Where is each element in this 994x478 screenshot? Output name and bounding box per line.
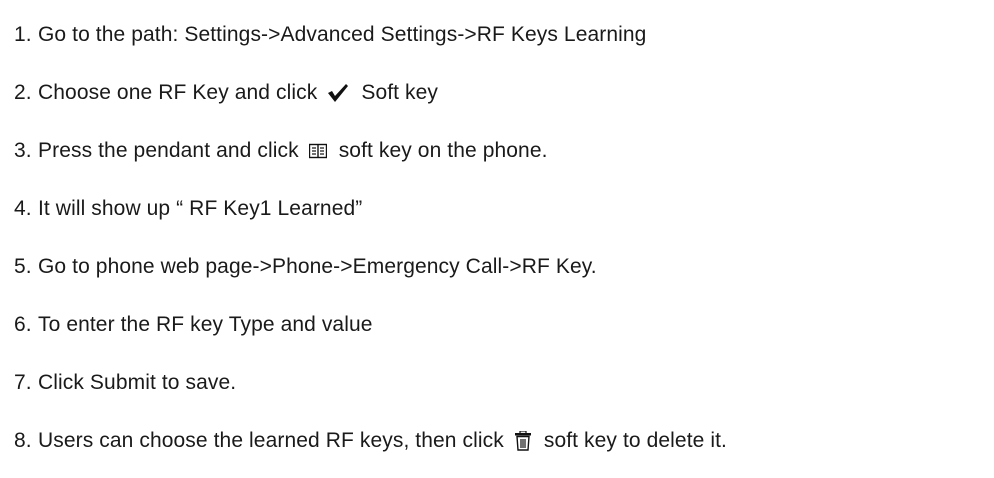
step-2: 2. Choose one RF Key and click Soft key <box>14 64 989 122</box>
step-4: 4. It will show up “ RF Key1 Learned” <box>14 180 989 238</box>
step-number: 7. <box>14 371 32 394</box>
step-number: 2. <box>14 81 32 104</box>
step-text-after: soft key on the phone. <box>338 139 548 162</box>
step-text-after: Soft key <box>361 81 439 104</box>
step-7: 7. Click Submit to save. <box>14 354 989 412</box>
step-text: Click Submit to save. <box>38 371 237 394</box>
step-text: Go to the path: Settings->Advanced Setti… <box>38 23 647 46</box>
step-text-before: Users can choose the learned RF keys, th… <box>38 429 504 452</box>
checkmark-icon <box>327 83 349 103</box>
step-number: 5. <box>14 255 32 278</box>
step-text: To enter the RF key Type and value <box>38 313 373 336</box>
step-6: 6. To enter the RF key Type and value <box>14 296 989 354</box>
step-number: 6. <box>14 313 32 336</box>
trash-icon <box>514 431 532 451</box>
step-number: 8. <box>14 429 32 452</box>
step-text: Go to phone web page->Phone->Emergency C… <box>38 255 597 278</box>
step-text-before: Press the pendant and click <box>38 139 299 162</box>
step-number: 3. <box>14 139 32 162</box>
instruction-list: 1. Go to the path: Settings->Advanced Se… <box>14 6 989 470</box>
step-number: 1. <box>14 23 32 46</box>
step-text: It will show up “ RF Key1 Learned” <box>38 197 363 220</box>
book-icon <box>308 143 327 159</box>
step-3: 3. Press the pendant and click soft key … <box>14 122 989 180</box>
step-number: 4. <box>14 197 32 220</box>
step-1: 1. Go to the path: Settings->Advanced Se… <box>14 6 989 64</box>
step-text-after: soft key to delete it. <box>543 429 727 452</box>
step-text-before: Choose one RF Key and click <box>38 81 318 104</box>
step-5: 5. Go to phone web page->Phone->Emergenc… <box>14 238 989 296</box>
step-8: 8. Users can choose the learned RF keys,… <box>14 412 989 470</box>
